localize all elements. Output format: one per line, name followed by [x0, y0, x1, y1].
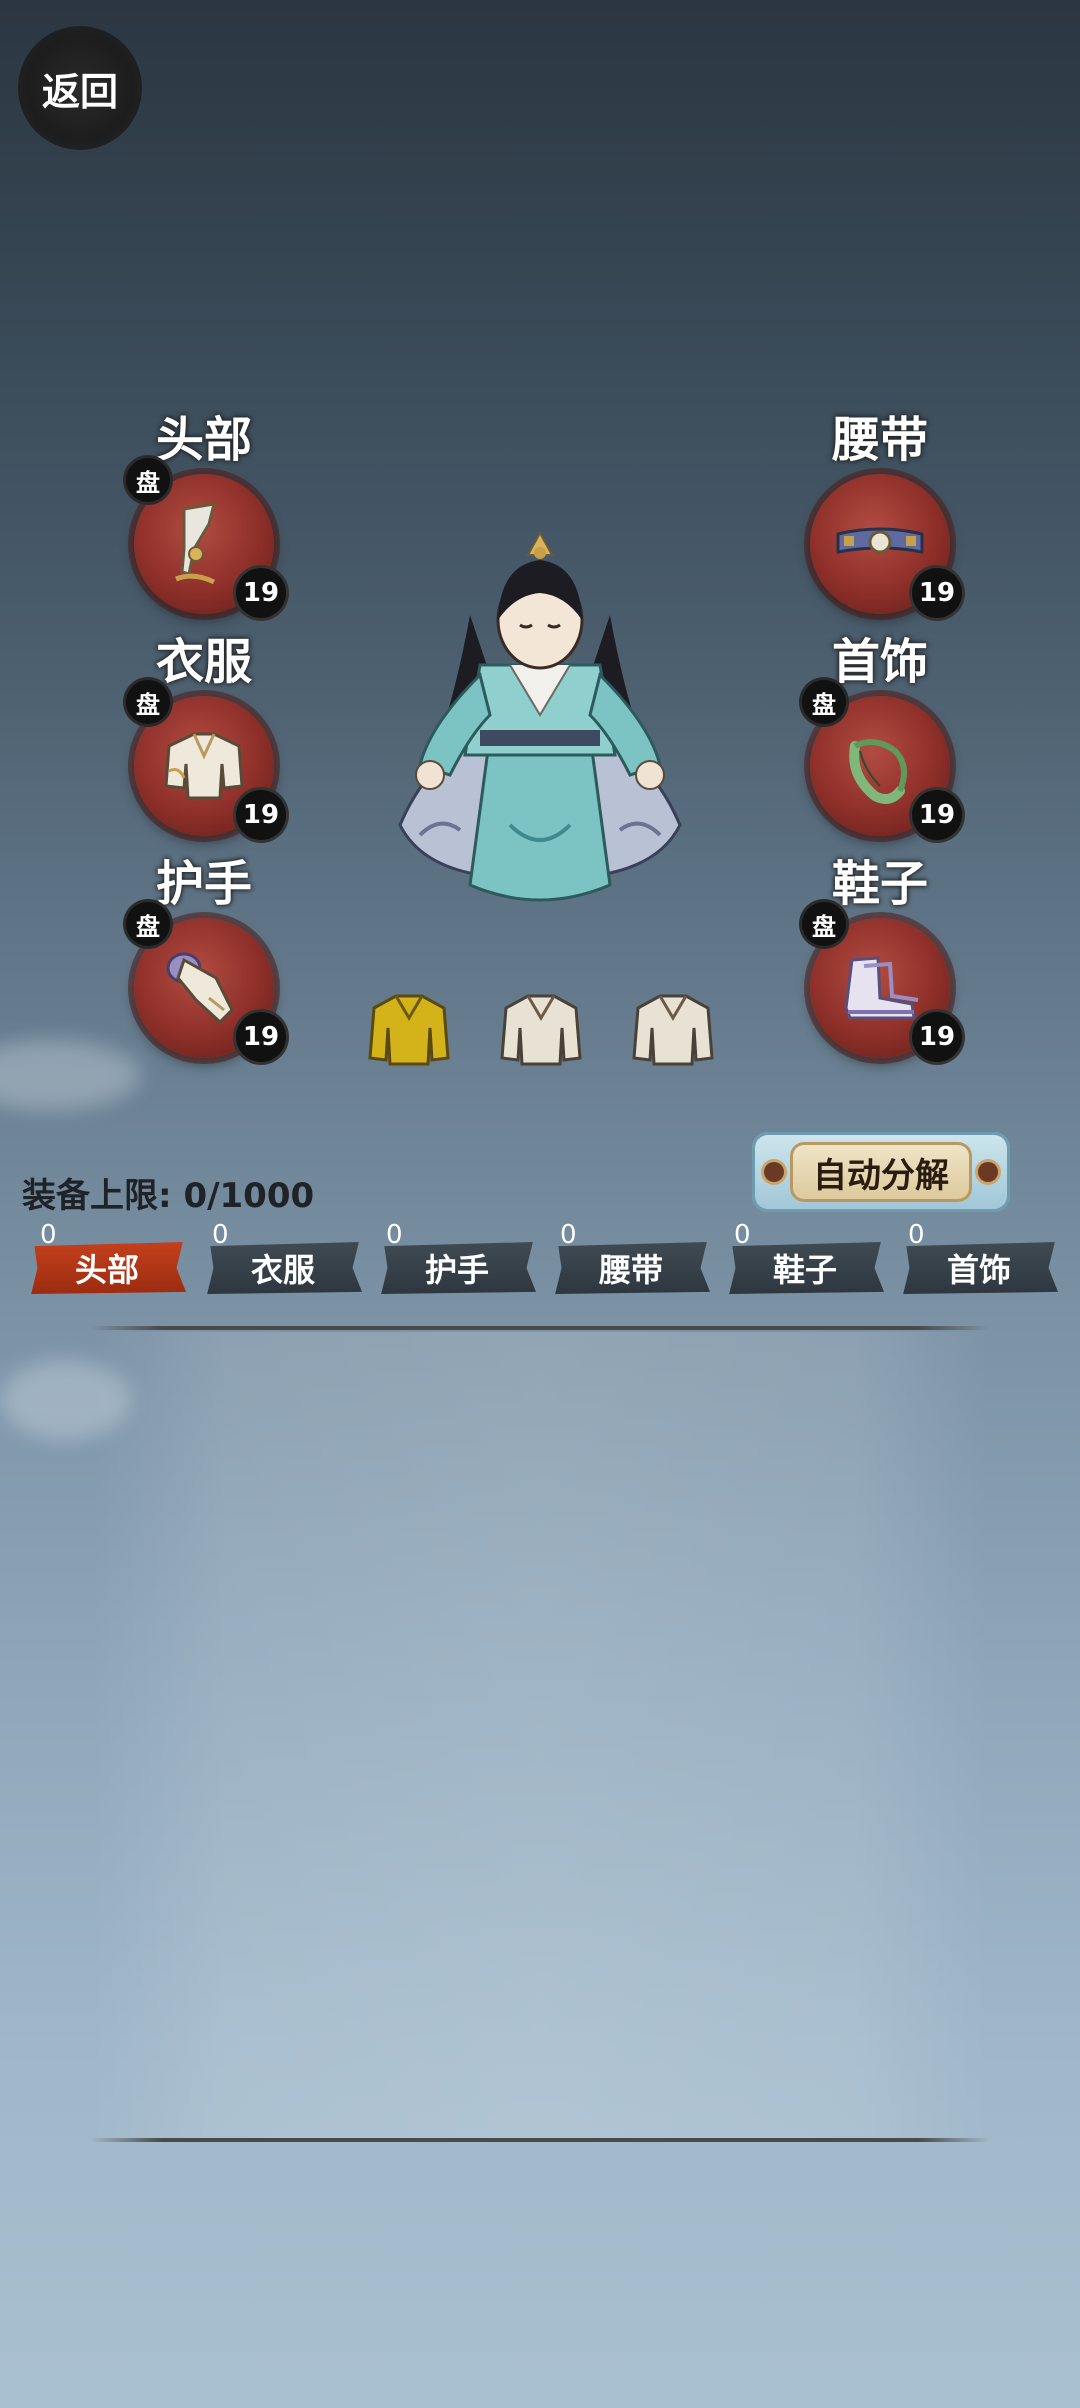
pan-badge-head: 盘: [126, 458, 170, 502]
tab-count-necklace: 0: [908, 1220, 925, 1250]
pan-badge-gloves: 盘: [126, 902, 170, 946]
robe-gold-icon[interactable]: [364, 988, 454, 1068]
tab-count-gloves: 0: [386, 1220, 403, 1250]
capacity-label: 装备上限:: [22, 1176, 172, 1216]
tab-count-clothes: 0: [212, 1220, 229, 1250]
slot-label-clothes: 衣服: [155, 634, 252, 690]
tab-gloves[interactable]: 护手: [381, 1242, 536, 1294]
robe-white-icon[interactable]: [496, 988, 586, 1068]
pan-badge-clothes: 盘: [126, 680, 170, 724]
tab-shoes[interactable]: 鞋子: [729, 1242, 884, 1294]
inventory-grid: [90, 1332, 990, 2140]
cloud-left: [0, 1040, 140, 1110]
equipment-capacity: 装备上限: 0/1000: [22, 1168, 314, 1217]
robe-white-icon-2[interactable]: [628, 988, 718, 1068]
back-button[interactable]: 返回: [18, 26, 142, 150]
level-badge-shoes: 19: [912, 1012, 962, 1062]
level-badge-clothes: 19: [236, 790, 286, 840]
tab-count-shoes: 0: [734, 1220, 751, 1250]
tab-count-head: 0: [40, 1220, 57, 1250]
inventory-top-divider: [90, 1326, 990, 1330]
tab-belt[interactable]: 腰带: [555, 1242, 710, 1294]
character-portrait: [398, 530, 682, 902]
slot-label-gloves: 护手: [155, 856, 252, 912]
button-rivet-right: [978, 1162, 998, 1182]
level-badge-head: 19: [236, 568, 286, 618]
slot-label-shoes: 鞋子: [831, 856, 928, 912]
capacity-value: 0/1000: [183, 1176, 315, 1216]
button-rivet-left: [764, 1162, 784, 1182]
auto-decompose-button[interactable]: 自动分解: [752, 1132, 1010, 1212]
tab-head[interactable]: 头部: [31, 1242, 186, 1294]
auto-decompose-label: 自动分解: [790, 1142, 972, 1202]
slot-label-head: 头部: [155, 412, 252, 468]
level-badge-belt: 19: [912, 568, 962, 618]
tab-necklace[interactable]: 首饰: [903, 1242, 1058, 1294]
pan-badge-shoes: 盘: [802, 902, 846, 946]
level-badge-necklace: 19: [912, 790, 962, 840]
tab-clothes[interactable]: 衣服: [207, 1242, 362, 1294]
slot-label-necklace: 首饰: [831, 634, 928, 690]
slot-label-belt: 腰带: [831, 412, 928, 468]
pan-badge-necklace: 盘: [802, 680, 846, 724]
level-badge-gloves: 19: [236, 1012, 286, 1062]
tab-count-belt: 0: [560, 1220, 577, 1250]
inventory-bottom-divider: [90, 2138, 990, 2142]
